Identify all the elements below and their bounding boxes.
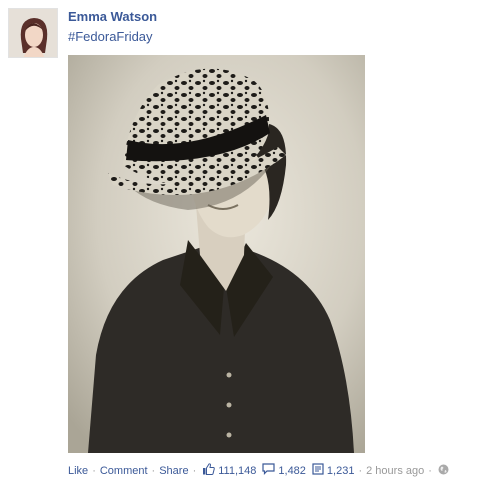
separator: · <box>358 464 363 477</box>
separator: · <box>428 464 432 477</box>
post-timestamp[interactable]: 2 hours ago <box>366 465 424 477</box>
likes-count[interactable]: 111,148 <box>218 465 256 477</box>
post-author-name[interactable]: Emma Watson <box>68 9 157 24</box>
thumbs-up-icon[interactable] <box>202 463 216 478</box>
post-photo[interactable] <box>68 55 365 453</box>
separator: · <box>192 464 197 477</box>
separator: · <box>92 464 96 477</box>
author-avatar[interactable] <box>8 8 58 58</box>
separator: · <box>151 464 156 477</box>
like-link[interactable]: Like <box>68 465 88 477</box>
post-action-bar: Like · Comment · Share · 111,148 1,482 1… <box>68 463 449 478</box>
shares-count[interactable]: 1,231 <box>327 465 355 477</box>
share-icon[interactable] <box>312 463 324 478</box>
post-hashtag[interactable]: #FedoraFriday <box>68 29 153 44</box>
share-link[interactable]: Share <box>159 465 188 477</box>
comment-bubble-icon[interactable] <box>262 463 275 478</box>
comments-count[interactable]: 1,482 <box>278 465 306 477</box>
comment-link[interactable]: Comment <box>100 465 148 477</box>
globe-icon[interactable] <box>438 464 449 478</box>
